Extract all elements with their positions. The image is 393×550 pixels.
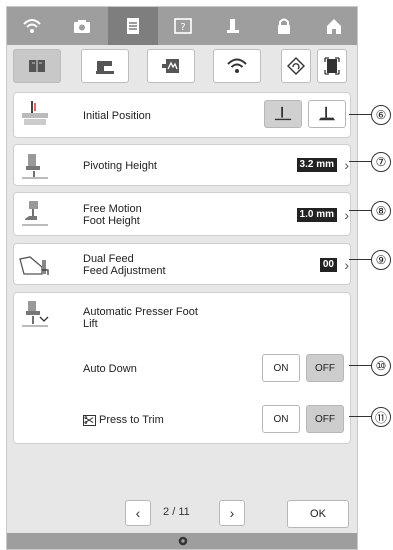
auto-down-off-button[interactable]: OFF [306,354,344,382]
presser-foot-down-button[interactable] [308,100,346,128]
dual-feed-value: 00 [319,258,337,272]
top-toolbar: ? [7,7,357,45]
frame-icon[interactable] [317,49,347,83]
dual-feed-label-line2: Feed Adjustment [83,265,166,277]
settings-gear-icon[interactable] [177,535,189,547]
prev-page-button[interactable]: ‹ [125,500,151,526]
svg-text:?: ? [180,22,185,33]
free-motion-foot-icon [20,199,50,229]
settings-screen: ? Initial Position Pivoting Height 3.2 m… [6,6,358,550]
auto-lift-label: Automatic Presser Foot Lift [83,306,198,330]
free-motion-label-line1: Free Motion [83,203,142,215]
ok-button[interactable]: OK [287,500,349,528]
auto-lift-label-line1: Automatic Presser Foot [83,306,198,318]
page-total: 11 [178,506,190,518]
press-to-trim-off-button[interactable]: OFF [306,405,344,433]
press-to-trim-row-label: Press to Trim [83,414,164,426]
pivoting-foot-icon [20,151,50,181]
callout-9-number: ⑨ [371,250,391,270]
press-to-trim-label: Press to Trim [99,414,164,426]
next-page-button[interactable]: › [219,500,245,526]
lock-icon[interactable] [258,7,308,45]
pivoting-height-value: 3.2 mm [296,158,337,172]
press-to-trim-on-button[interactable]: ON [262,405,300,433]
page-separator: / [172,506,176,518]
setting-pivoting-height[interactable]: Pivoting Height 3.2 mm › [13,144,351,186]
reset-icon[interactable] [281,49,311,83]
document-icon[interactable] [107,7,158,45]
needle-position-icon [20,99,50,129]
setting-free-motion-height[interactable]: Free Motion Foot Height 1.0 mm › [13,192,351,236]
callout-9: ⑨ [349,250,393,270]
page-indicator: 2 / 11 [163,506,190,518]
home-icon[interactable] [309,7,357,45]
callout-10: ⑩ [349,356,393,376]
page-current: 2 [163,506,170,518]
embroidery-icon[interactable] [147,49,195,83]
callout-7-number: ⑦ [371,152,391,172]
presser-foot-up-button[interactable] [264,100,302,128]
callout-11: ⑪ [349,407,393,427]
scissors-icon [83,414,96,426]
callout-6: ⑥ [349,105,393,125]
chevron-right-icon: › [229,505,235,521]
book-icon[interactable] [13,49,61,83]
callout-8-number: ⑧ [371,201,391,221]
bottom-bar [7,533,357,549]
dual-feed-label: Dual Feed Feed Adjustment [83,253,166,277]
free-motion-label-line2: Foot Height [83,215,140,227]
auto-down-label: Auto Down [83,363,137,375]
callout-6-number: ⑥ [371,105,391,125]
free-motion-label: Free Motion Foot Height [83,203,142,227]
help-icon[interactable]: ? [158,7,208,45]
auto-down-on-button[interactable]: ON [262,354,300,382]
callout-7: ⑦ [349,152,393,172]
callout-8: ⑧ [349,201,393,221]
free-motion-height-value: 1.0 mm [296,208,337,222]
pivoting-height-label: Pivoting Height [83,160,157,172]
setting-initial-position: Initial Position [13,92,351,138]
callout-10-number: ⑩ [371,356,391,376]
setting-dual-feed[interactable]: Dual Feed Feed Adjustment 00 › [13,243,351,285]
chevron-left-icon: ‹ [135,505,141,521]
sewing-machine-icon[interactable] [81,49,129,83]
callout-11-number: ⑪ [371,407,391,427]
dual-feed-label-line1: Dual Feed [83,253,134,265]
wifi-icon[interactable] [7,7,57,45]
pager: ‹ 2 / 11 › OK [7,500,357,532]
camera-icon[interactable] [57,7,107,45]
dual-feed-icon [18,250,50,280]
setting-auto-presser-foot-lift: Automatic Presser Foot Lift Auto Down ON… [13,292,351,444]
sewing-icon[interactable] [208,7,258,45]
auto-lift-label-line2: Lift [83,318,98,330]
wifi-settings-icon[interactable] [213,49,261,83]
presser-foot-lift-icon [20,299,50,329]
initial-position-label: Initial Position [83,110,151,122]
category-tabs [7,49,357,85]
